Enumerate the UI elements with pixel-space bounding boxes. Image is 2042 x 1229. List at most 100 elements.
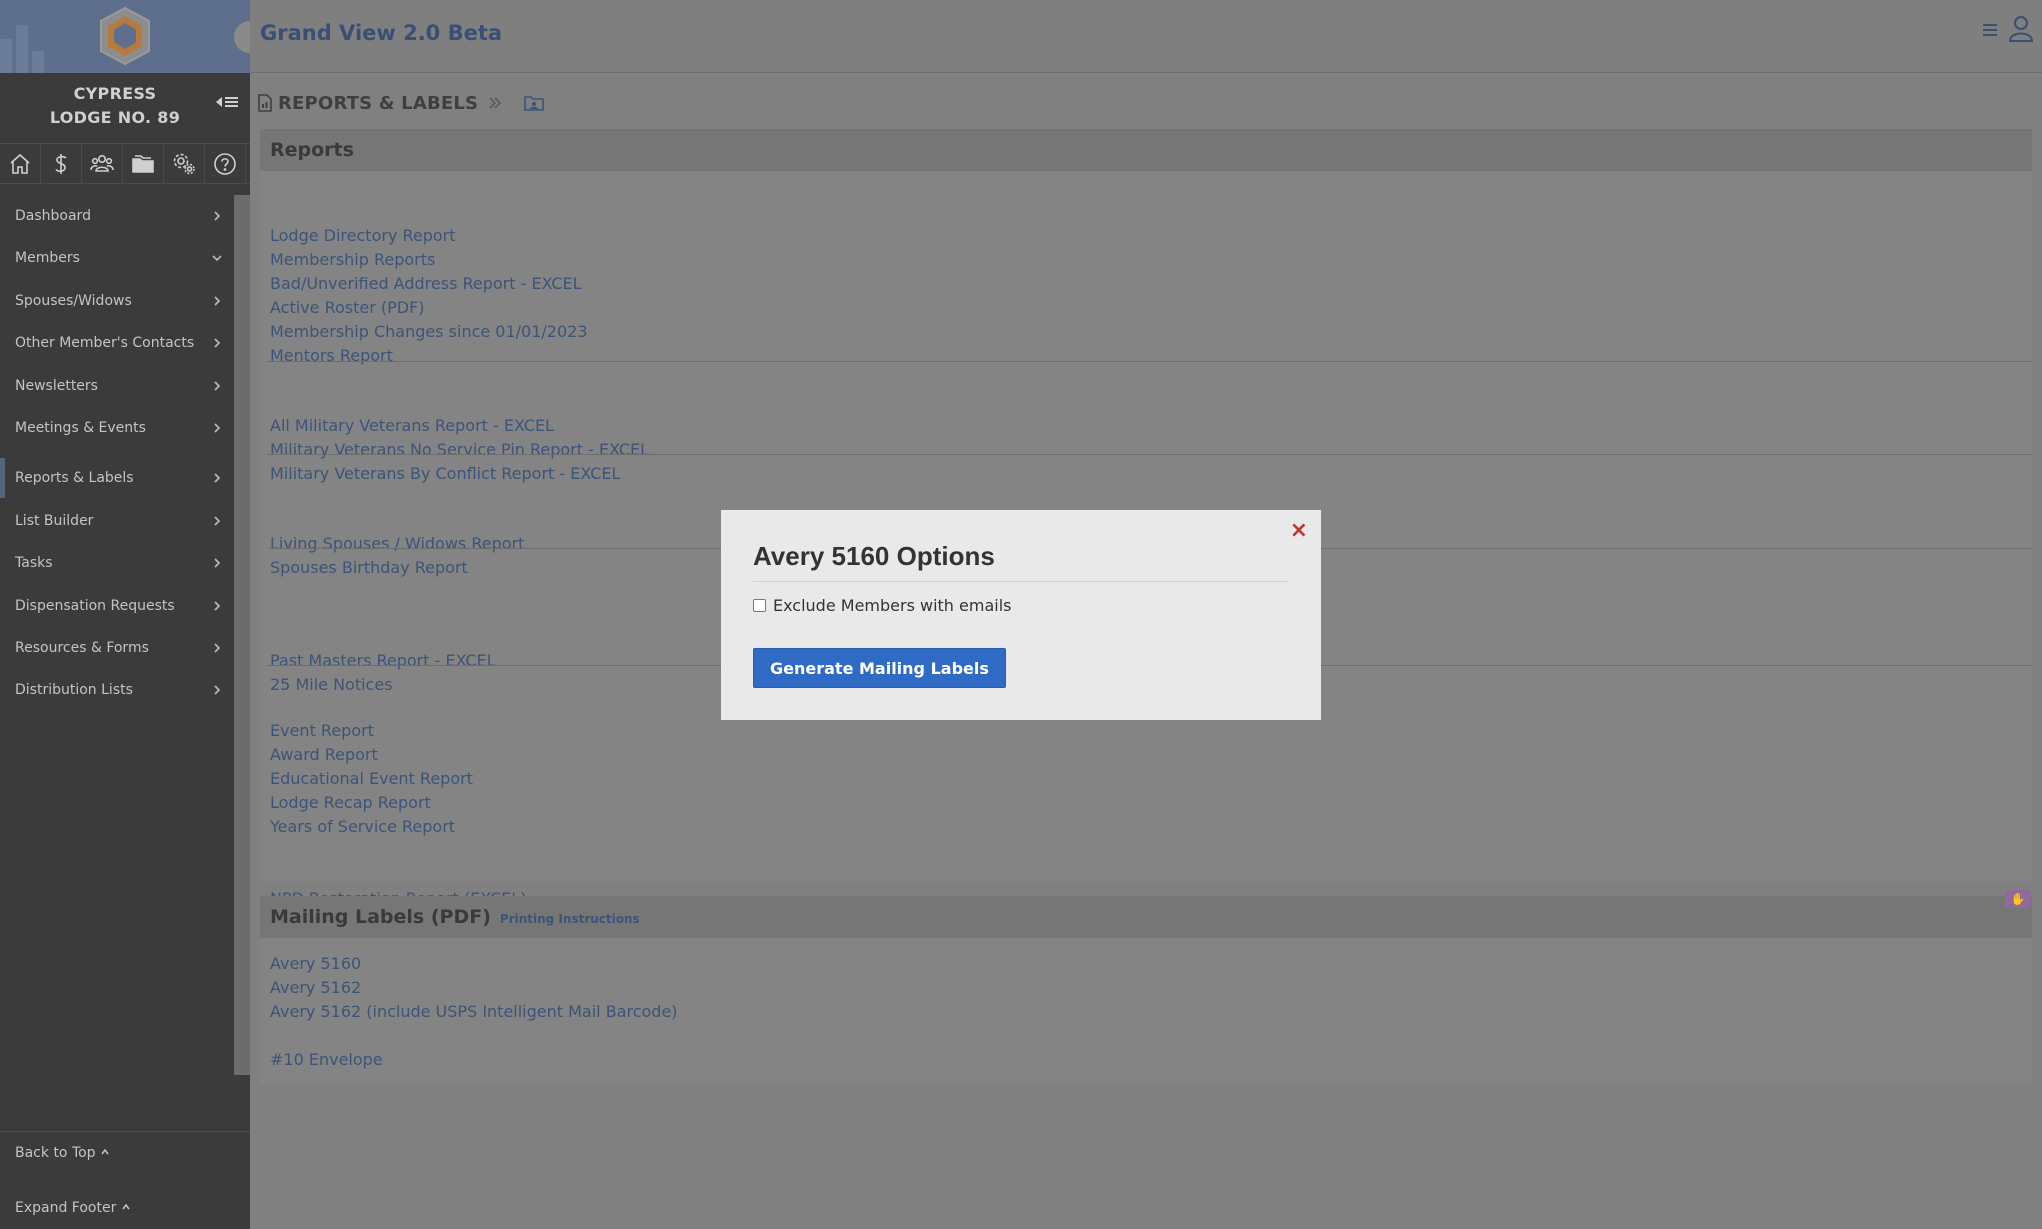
sidebar-item-label: Spouses/Widows [15,293,132,309]
sidebar-icon-bar [0,143,250,184]
report-link[interactable]: Lodge Directory Report [270,226,456,245]
help-icon [214,153,236,175]
hamburger-menu-icon[interactable] [1982,21,2000,39]
label-link[interactable]: Avery 5160 [270,954,361,973]
home-shortcut-button[interactable] [0,144,41,184]
label-link[interactable]: #10 Envelope [270,1050,383,1069]
sidebar-item-label: List Builder [15,513,94,529]
exclude-emails-checkbox[interactable] [753,599,766,612]
sidebar-item-reports-labels[interactable]: Reports & Labels [0,458,234,498]
logo-bg-bar [0,39,12,73]
chevron-down-icon [210,251,224,265]
lodge-logo-icon [100,6,150,66]
sidebar-item-resources-forms[interactable]: Resources & Forms [0,628,234,668]
sidebar-item-spouses-widows[interactable]: Spouses/Widows [0,281,234,321]
documents-shortcut-button[interactable] [123,144,164,184]
mailing-labels-header: Mailing Labels (PDF) Printing Instructio… [260,896,2032,938]
page-title: REPORTS & LABELS [278,92,479,114]
sidebar-item-meetings-events[interactable]: Meetings & Events [0,408,234,448]
sidebar-item-other-contacts[interactable]: Other Member's Contacts [0,323,234,363]
generate-mailing-labels-button[interactable]: Generate Mailing Labels [753,648,1006,688]
mailing-labels-panel: Mailing Labels (PDF) Printing Instructio… [260,896,2032,1084]
sidebar-item-list-builder[interactable]: List Builder [0,501,234,541]
members-shortcut-button[interactable] [82,144,123,184]
report-link[interactable]: Living Spouses / Widows Report [270,534,524,553]
sidebar-item-dashboard[interactable]: Dashboard [0,196,234,236]
chevron-right-icon [210,336,224,350]
report-link[interactable]: Military Veterans No Service Pin Report … [270,440,649,459]
exclude-emails-row: Exclude Members with emails [753,596,1012,615]
mailing-labels-title: Mailing Labels (PDF) [270,906,491,928]
chevron-up-icon [101,1148,109,1155]
expand-footer-link[interactable]: Expand Footer [15,1200,131,1216]
sidebar-item-label: Newsletters [15,378,98,394]
lodge-name: CYPRESS LODGE NO. 89 [0,82,230,130]
top-header: Grand View 2.0 Beta [250,0,2042,73]
sidebar-item-label: Members [15,250,80,266]
report-link[interactable]: 25 Mile Notices [270,675,393,694]
report-link[interactable]: Years of Service Report [270,817,455,836]
chevron-right-icon [210,641,224,655]
help-shortcut-button[interactable] [205,144,246,184]
finance-shortcut-button[interactable] [41,144,82,184]
sidebar-item-label: Resources & Forms [15,640,149,656]
user-icon[interactable] [2008,14,2034,42]
report-link[interactable]: Membership Changes since 01/01/2023 [270,322,588,341]
sidebar: CYPRESS LODGE NO. 89 Dashboard Members S… [0,0,266,1229]
exclude-emails-label[interactable]: Exclude Members with emails [773,596,1012,615]
report-link[interactable]: Award Report [270,745,378,764]
chevron-right-icon [210,294,224,308]
folders-icon [132,155,154,173]
accessibility-hand-icon[interactable]: ✋ [2005,890,2031,908]
breadcrumb: REPORTS & LABELS [258,91,545,115]
report-link[interactable]: Active Roster (PDF) [270,298,425,317]
reports-title: Reports [270,139,354,161]
chevron-right-icon [210,556,224,570]
sidebar-item-label: Other Member's Contacts [15,335,195,351]
sidebar-item-dispensation-requests[interactable]: Dispensation Requests [0,586,234,626]
sidebar-item-label: Tasks [15,555,53,571]
sidebar-item-label: Dispensation Requests [15,598,175,614]
chevron-right-icon [210,599,224,613]
chevron-right-icon [210,683,224,697]
report-document-icon [258,94,272,112]
report-link[interactable]: Spouses Birthday Report [270,558,468,577]
folder-icon[interactable] [524,94,545,112]
sidebar-item-newsletters[interactable]: Newsletters [0,366,234,406]
chevron-right-icon [210,421,224,435]
chevron-right-icon [210,209,224,223]
label-link[interactable]: Avery 5162 [270,978,361,997]
sidebar-footer-divider [0,1131,250,1132]
report-link[interactable]: Lodge Recap Report [270,793,431,812]
report-link[interactable]: Membership Reports [270,250,435,269]
logo-area [0,0,250,73]
settings-shortcut-button[interactable] [164,144,205,184]
report-link[interactable]: Mentors Report [270,346,393,365]
report-link[interactable]: Past Masters Report - EXCEL [270,651,496,670]
collapse-sidebar-button[interactable] [214,92,242,112]
modal-title: Avery 5160 Options [753,541,995,571]
back-to-top-link[interactable]: Back to Top [15,1145,110,1161]
avery-options-modal: × Avery 5160 Options Exclude Members wit… [721,510,1321,720]
settings-icon [173,153,195,175]
label-link[interactable]: Avery 5162 (include USPS Intelligent Mai… [270,1002,678,1021]
printing-instructions-link[interactable]: Printing Instructions [500,912,640,926]
report-link[interactable]: Educational Event Report [270,769,473,788]
sidebar-item-label: Distribution Lists [15,682,133,698]
sidebar-item-distribution-lists[interactable]: Distribution Lists [0,670,234,710]
home-icon [10,153,30,174]
report-link[interactable]: Military Veterans By Conflict Report - E… [270,464,620,483]
modal-divider [753,581,1289,582]
reports-panel: Reports Lodge Directory Report Membershi… [260,129,2032,908]
report-link[interactable]: Bad/Unverified Address Report - EXCEL [270,274,582,293]
expand-footer-label: Expand Footer [15,1200,117,1216]
sidebar-scrollbar[interactable] [234,195,250,1075]
report-link[interactable]: All Military Veterans Report - EXCEL [270,416,554,435]
close-icon[interactable]: × [1290,518,1308,544]
sidebar-item-members[interactable]: Members [0,238,234,278]
report-link[interactable]: Event Report [270,721,374,740]
lodge-name-line1: CYPRESS [73,84,157,103]
sidebar-item-label: Reports & Labels [15,470,134,486]
sidebar-item-tasks[interactable]: Tasks [0,543,234,583]
app-title: Grand View 2.0 Beta [260,21,503,45]
